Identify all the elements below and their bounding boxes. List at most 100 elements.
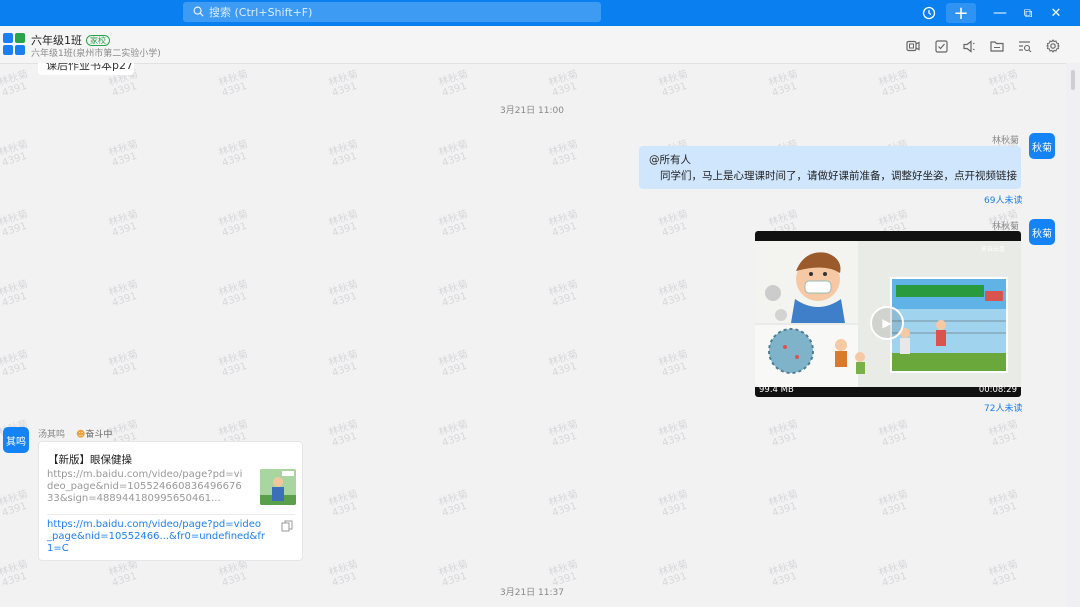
video-size: 99.4 MB — [759, 385, 794, 395]
watermark: 林秋菊4391 — [217, 68, 250, 100]
video-message[interactable]: 来自云盘 ▶ 99.4 MB 00:08:29 — [755, 231, 1021, 397]
watermark: 林秋菊4391 — [0, 488, 30, 520]
watermark: 林秋菊4391 — [107, 558, 140, 590]
card-title: 【新版】眼保健操 — [48, 454, 132, 466]
play-icon[interactable]: ▶ — [870, 306, 904, 340]
sender-name: 汤其鸣 — [38, 430, 66, 440]
watermark: 林秋菊4391 — [0, 278, 30, 310]
watermark: 林秋菊4391 — [327, 488, 360, 520]
watermark: 林秋菊4391 — [547, 488, 580, 520]
timestamp: 3月21日 11:37 — [500, 588, 564, 598]
group-type-badge: 家校 — [86, 34, 110, 46]
watermark: 林秋菊4391 — [767, 418, 800, 450]
watermark: 林秋菊4391 — [327, 348, 360, 380]
history-icon[interactable] — [919, 3, 939, 23]
watermark: 林秋菊4391 — [217, 348, 250, 380]
copy-icon[interactable] — [281, 520, 293, 532]
sender-name: 林秋菊 — [992, 136, 1020, 146]
watermark: 林秋菊4391 — [437, 558, 470, 590]
watermark: 林秋菊4391 — [547, 68, 580, 100]
task-check-icon[interactable] — [933, 38, 949, 54]
card-divider — [47, 514, 295, 515]
watermark: 林秋菊4391 — [107, 348, 140, 380]
watermark: 林秋菊4391 — [217, 138, 250, 170]
message-bubble[interactable]: @所有人 同学们，马上是心理课时间了，请做好课前准备，调整好坐姿，点开视频链接 — [639, 146, 1021, 189]
watermark: 林秋菊4391 — [877, 488, 910, 520]
unread-count[interactable]: 72人未读 — [984, 401, 1022, 414]
watermark: 林秋菊4391 — [547, 138, 580, 170]
watermark: 林秋菊4391 — [547, 208, 580, 240]
scrollbar-thumb[interactable] — [1071, 70, 1075, 90]
card-thumbnail — [260, 469, 296, 505]
watermark: 林秋菊4391 — [657, 348, 690, 380]
watermark: 林秋菊4391 — [657, 278, 690, 310]
watermark: 林秋菊4391 — [877, 418, 910, 450]
watermark: 林秋菊4391 — [987, 558, 1020, 590]
watermark: 林秋菊4391 — [107, 138, 140, 170]
watermark: 林秋菊4391 — [0, 348, 30, 380]
folder-icon[interactable] — [989, 38, 1005, 54]
group-avatar[interactable] — [3, 33, 25, 55]
avatar[interactable]: 秋菊 — [1029, 219, 1055, 245]
watermark: 林秋菊4391 — [657, 68, 690, 100]
watermark: 林秋菊4391 — [547, 418, 580, 450]
sender-status: ☻奋斗中 — [76, 430, 113, 440]
watermark: 林秋菊4391 — [437, 208, 470, 240]
video-thumbnail: 来自云盘 ▶ — [755, 241, 1021, 387]
settings-icon[interactable] — [1045, 38, 1061, 54]
watermark: 林秋菊4391 — [657, 208, 690, 240]
watermark: 林秋菊4391 — [987, 418, 1020, 450]
link-card[interactable]: 【新版】眼保健操 https://m.baidu.com/video/page?… — [38, 441, 303, 561]
watermark: 林秋菊4391 — [877, 68, 910, 100]
watermark: 林秋菊4391 — [547, 278, 580, 310]
close-button[interactable]: ✕ — [1046, 3, 1066, 23]
search-record-icon[interactable] — [1017, 38, 1033, 54]
watermark: 林秋菊4391 — [987, 68, 1020, 100]
restore-button[interactable]: ⧉ — [1018, 3, 1038, 23]
watermark: 林秋菊4391 — [0, 68, 30, 100]
watermark: 林秋菊4391 — [327, 208, 360, 240]
minimize-button[interactable]: — — [990, 3, 1010, 23]
timestamp: 3月21日 11:00 — [500, 106, 564, 116]
mention-text: @所有人 — [649, 154, 691, 166]
unread-count[interactable]: 69人未读 — [984, 193, 1022, 206]
watermark: 林秋菊4391 — [107, 278, 140, 310]
status-emoji-icon: ☻ — [76, 430, 86, 440]
add-button[interactable]: + — [946, 3, 976, 24]
watermark: 林秋菊4391 — [437, 488, 470, 520]
watermark: 林秋菊4391 — [437, 418, 470, 450]
video-duration: 00:08:29 — [978, 385, 1017, 395]
watermark: 林秋菊4391 — [547, 348, 580, 380]
watermark: 林秋菊4391 — [0, 558, 30, 590]
card-url-preview: https://m.baidu.com/video/page?pd=video_… — [47, 469, 243, 504]
watermark: 林秋菊4391 — [987, 488, 1020, 520]
watermark: 林秋菊4391 — [107, 208, 140, 240]
watermark: 林秋菊4391 — [657, 488, 690, 520]
card-link[interactable]: https://m.baidu.com/video/page?pd=video_… — [47, 519, 265, 555]
watermark: 林秋菊4391 — [217, 558, 250, 590]
video-call-icon[interactable] — [905, 38, 921, 54]
previous-message-text: 课后作业书本p27 — [46, 63, 133, 72]
watermark: 林秋菊4391 — [437, 68, 470, 100]
watermark: 林秋菊4391 — [657, 418, 690, 450]
search-input[interactable] — [205, 4, 601, 20]
watermark: 林秋菊4391 — [327, 138, 360, 170]
watermark: 林秋菊4391 — [327, 558, 360, 590]
watermark: 林秋菊4391 — [217, 278, 250, 310]
scrollbar[interactable] — [1066, 63, 1080, 607]
watermark: 林秋菊4391 — [437, 348, 470, 380]
watermark: 林秋菊4391 — [767, 488, 800, 520]
watermark: 林秋菊4391 — [217, 208, 250, 240]
watermark: 林秋菊4391 — [327, 278, 360, 310]
search-icon — [193, 6, 205, 18]
top-bar: + — ⧉ ✕ — [0, 0, 1080, 26]
message-list[interactable]: 林秋菊 4391 林秋菊 4391 林秋菊 4391 林秋菊 4391 林秋菊 4391 林秋菊 43… — [0, 63, 1066, 607]
search-box[interactable] — [183, 2, 601, 22]
watermark: 林秋菊4391 — [767, 558, 800, 590]
previous-message-bubble[interactable]: 课后作业书本p27 — [38, 63, 134, 75]
announcement-icon[interactable] — [961, 38, 977, 54]
avatar[interactable]: 秋菊 — [1029, 133, 1055, 159]
avatar[interactable]: 其鸣 — [3, 427, 29, 453]
watermark: 林秋菊4391 — [327, 418, 360, 450]
watermark: 林秋菊4391 — [437, 278, 470, 310]
